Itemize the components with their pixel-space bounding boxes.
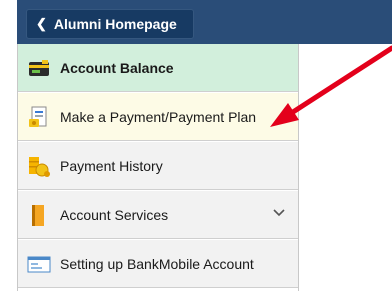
wallet-card-icon xyxy=(29,59,49,76)
bank-window-icon xyxy=(27,256,51,272)
menu-item-label: Make a Payment/Payment Plan xyxy=(60,108,257,125)
back-button-label: Alumni Homepage xyxy=(53,16,177,32)
menu-item-payment-history[interactable]: Payment History xyxy=(18,142,298,190)
menu-item-account-services[interactable]: Account Services xyxy=(18,191,298,239)
menu-item-label: Payment History xyxy=(60,157,163,174)
menu-item-setting-up-bankmobile[interactable]: Setting up BankMobile Account xyxy=(18,240,298,288)
alumni-homepage-back-button[interactable]: ❮ Alumni Homepage xyxy=(26,9,194,39)
menu-item-label: Account Services xyxy=(60,206,169,223)
menu-item-account-balance[interactable]: Account Balance xyxy=(18,44,298,92)
top-navigation-bar: ❮ Alumni Homepage xyxy=(17,0,392,44)
coins-icon xyxy=(29,156,50,177)
chevron-down-icon[interactable] xyxy=(272,206,286,220)
menu-item-make-a-payment[interactable]: Make a Payment/Payment Plan xyxy=(18,93,298,141)
sidebar-menu: Account Balance Make a Payment/Payment P… xyxy=(17,44,299,291)
menu-item-label: Account Balance xyxy=(60,59,174,76)
folder-icon xyxy=(32,204,44,226)
chevron-left-icon: ❮ xyxy=(36,16,47,31)
menu-item-label: Setting up BankMobile Account xyxy=(60,255,254,272)
payment-document-icon xyxy=(29,106,47,127)
